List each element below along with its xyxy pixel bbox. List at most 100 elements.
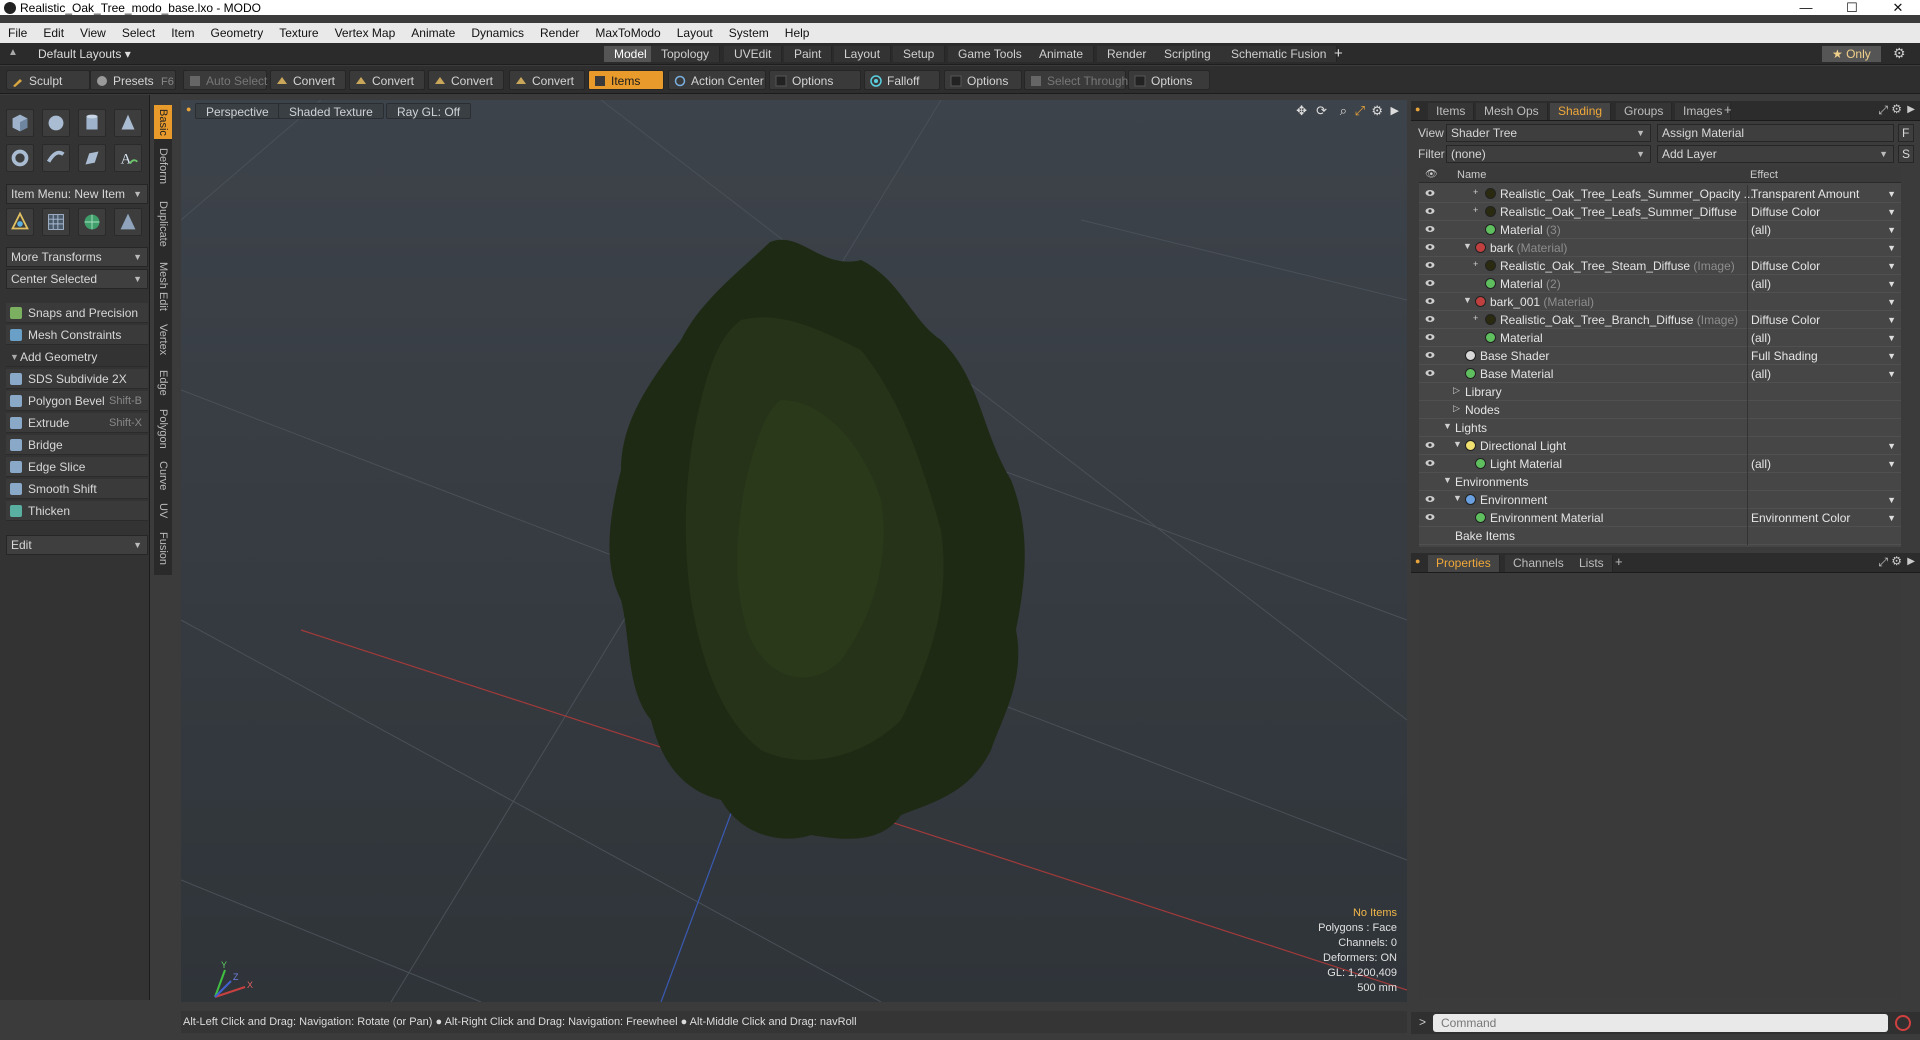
shading-mode-button[interactable]: Shaded Texture [278, 103, 384, 119]
add-props-tab-button[interactable]: + [1615, 554, 1623, 569]
only-toggle[interactable]: ★ Only [1822, 46, 1881, 62]
menu-animate[interactable]: Animate [403, 23, 463, 43]
visibility-eye-icon[interactable] [1425, 459, 1435, 467]
expand-toggle-icon[interactable]: ▼ [1463, 295, 1472, 305]
tree-row[interactable]: ▷ Library [1419, 383, 1901, 401]
props-gear-icon[interactable]: ⚙ [1891, 554, 1902, 568]
visibility-eye-icon[interactable] [1425, 315, 1435, 323]
menu-help[interactable]: Help [777, 23, 818, 43]
pyramid-mesh-tool-button[interactable] [114, 208, 142, 236]
tree-row[interactable]: ▼ Lights [1419, 419, 1901, 437]
visibility-eye-icon[interactable] [1425, 513, 1435, 521]
tree-row[interactable]: ▼ Environments [1419, 473, 1901, 491]
tree-row[interactable]: Material (3) (all) ▼ [1419, 221, 1901, 239]
props-expand-icon[interactable]: ⤢ [1878, 555, 1888, 570]
sphere-mesh-tool-button[interactable] [78, 208, 106, 236]
tree-row[interactable]: Light Material (all) ▼ [1419, 455, 1901, 473]
effect-cell[interactable]: (all) ▼ [1747, 275, 1901, 293]
vtab-deform[interactable]: Deform [154, 143, 172, 189]
panel-gear-icon[interactable]: ⚙ [1891, 102, 1902, 116]
tab-layout[interactable]: Layout [834, 46, 892, 62]
tab-animate[interactable]: Animate [1029, 46, 1095, 62]
tab-game-tools[interactable]: Game Tools [948, 46, 1033, 62]
viewport-gear-icon[interactable]: ⚙ [1371, 103, 1383, 119]
visibility-eye-icon[interactable] [1425, 207, 1435, 215]
tab-mesh-ops[interactable]: Mesh Ops [1476, 103, 1548, 120]
effect-cell[interactable] [1747, 419, 1901, 437]
visibility-eye-icon[interactable] [1425, 495, 1435, 503]
tree-row[interactable]: + Realistic_Oak_Tree_Branch_Diffuse (Imag… [1419, 311, 1901, 329]
menu-dynamics[interactable]: Dynamics [463, 23, 532, 43]
panel-menu-icon[interactable]: ● [1415, 104, 1420, 114]
effect-cell[interactable]: ▼ [1747, 293, 1901, 311]
effect-cell[interactable]: (all) ▼ [1747, 329, 1901, 347]
effect-column-header[interactable]: Effect [1750, 169, 1778, 181]
tree-row[interactable]: ▼ bark_001 (Material) ▼ [1419, 293, 1901, 311]
options-button-1[interactable]: Options [769, 70, 861, 90]
expand-toggle-icon[interactable]: ▼ [1453, 439, 1462, 449]
menu-file[interactable]: File [0, 23, 35, 43]
tab-images[interactable]: Images [1675, 103, 1732, 120]
effect-cell[interactable]: Transparent Amount ▼ [1747, 185, 1901, 203]
cylinder-primitive-button[interactable] [78, 109, 106, 137]
expand-toggle-icon[interactable]: + [1473, 187, 1478, 197]
convert-button-4[interactable]: Convert [509, 70, 585, 90]
visibility-eye-icon[interactable] [1425, 243, 1435, 251]
visibility-eye-icon[interactable] [1425, 441, 1435, 449]
rotate-view-icon[interactable]: ⟳ [1316, 103, 1327, 119]
tab-properties[interactable]: Properties [1428, 555, 1500, 572]
tree-row[interactable]: Material (2) (all) ▼ [1419, 275, 1901, 293]
vtab-polygon[interactable]: Polygon [154, 405, 172, 453]
effect-cell[interactable]: ▼ [1747, 491, 1901, 509]
zoom-view-icon[interactable]: ⌕ [1340, 103, 1347, 119]
tree-row[interactable]: Environment Material Environment Color ▼ [1419, 509, 1901, 527]
expand-toggle-icon[interactable]: + [1473, 259, 1478, 269]
close-button[interactable]: ✕ [1876, 0, 1920, 15]
props-menu-icon[interactable]: ● [1415, 556, 1420, 566]
select-through-button[interactable]: Select Through [1024, 70, 1128, 90]
extrude-button[interactable]: Extrude Shift-X [6, 413, 148, 433]
tab-topology[interactable]: Topology [651, 46, 721, 62]
cone-primitive-button[interactable] [114, 109, 142, 137]
vtab-vertex[interactable]: Vertex [154, 319, 172, 361]
tab-render[interactable]: Render [1097, 46, 1158, 62]
expand-toggle-icon[interactable]: ▼ [1443, 421, 1452, 431]
expand-toggle-icon[interactable]: ▷ [1453, 385, 1460, 396]
effect-cell[interactable]: ▼ [1747, 437, 1901, 455]
effect-cell[interactable] [1747, 473, 1901, 491]
tab-scripting[interactable]: Scripting [1154, 46, 1222, 62]
props-collapse-icon[interactable]: ▶ [1907, 556, 1915, 567]
tube-primitive-button[interactable] [42, 144, 70, 172]
tree-row[interactable]: + Realistic_Oak_Tree_Steam_Diffuse (Image… [1419, 257, 1901, 275]
menu-edit[interactable]: Edit [35, 23, 72, 43]
tree-row[interactable]: ▼ bark (Material) ▼ [1419, 239, 1901, 257]
tree-row[interactable]: + Realistic_Oak_Tree_Leafs_Summer_Opacity… [1419, 185, 1901, 203]
panel-collapse-icon[interactable]: ▶ [1907, 104, 1915, 115]
tab-groups[interactable]: Groups [1616, 103, 1673, 120]
falloff-button[interactable]: Falloff [864, 70, 940, 90]
more-transforms-dropdown[interactable]: More Transforms ▼ [6, 247, 148, 267]
command-input[interactable]: Command [1433, 1014, 1888, 1032]
effect-cell[interactable]: (all) ▼ [1747, 455, 1901, 473]
minimize-button[interactable]: — [1784, 0, 1828, 15]
action-center-button[interactable]: Action Center [668, 70, 766, 90]
visibility-eye-icon[interactable] [1425, 279, 1435, 287]
tree-row[interactable]: ▼ Environment ▼ [1419, 491, 1901, 509]
visibility-eye-icon[interactable] [1425, 261, 1435, 269]
convert-button-2[interactable]: Convert [349, 70, 425, 90]
tab-paint[interactable]: Paint [784, 46, 833, 62]
items-mode-button[interactable]: Items [588, 70, 664, 90]
convert-button-3[interactable]: Convert [428, 70, 504, 90]
vtab-edge[interactable]: Edge [154, 365, 172, 401]
visibility-eye-icon[interactable] [1425, 189, 1435, 197]
add-panel-tab-button[interactable]: + [1724, 102, 1732, 117]
effect-cell[interactable]: Environment Color ▼ [1747, 509, 1901, 527]
text-tool-button[interactable]: A [114, 144, 142, 172]
auto-select-button[interactable]: Auto Select [183, 70, 267, 90]
effect-cell[interactable]: (all) ▼ [1747, 221, 1901, 239]
tree-row[interactable]: ▼ Directional Light ▼ [1419, 437, 1901, 455]
add-geometry-header[interactable]: ▼ Add Geometry [6, 347, 148, 367]
options-button-2[interactable]: Options [944, 70, 1022, 90]
3d-viewport[interactable]: X Y Z ● Perspective Shaded Texture Ray G… [181, 100, 1407, 1002]
maximize-button[interactable]: ☐ [1830, 0, 1874, 15]
